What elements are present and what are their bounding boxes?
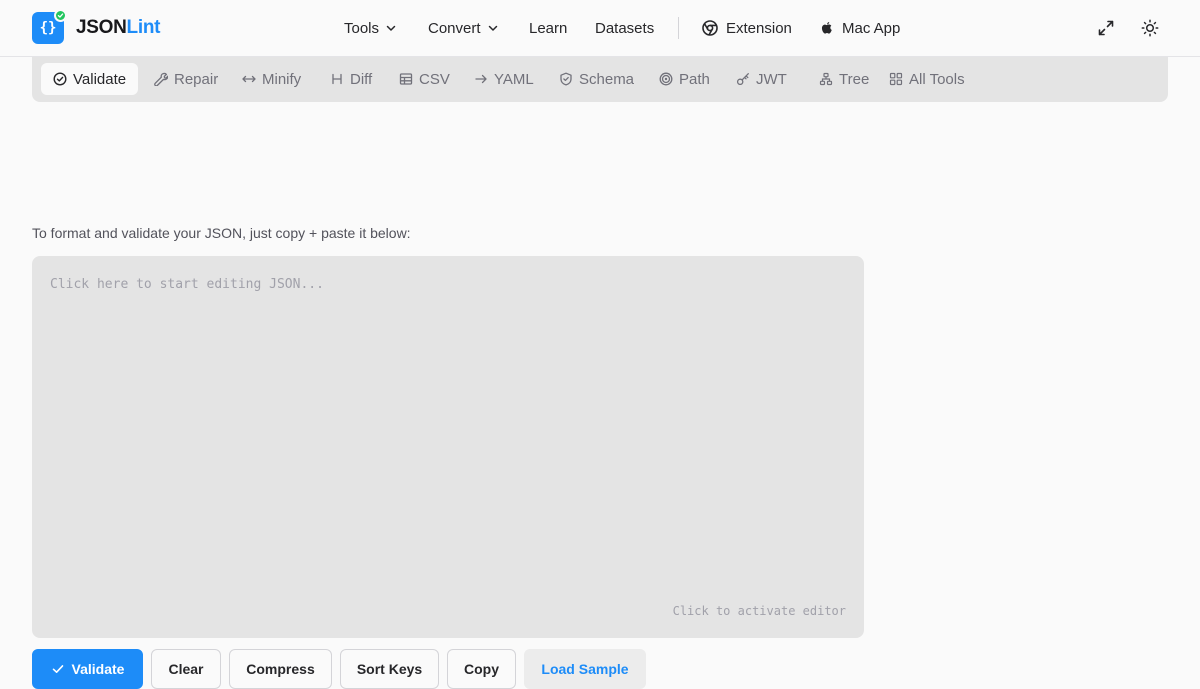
check-circle-icon — [53, 72, 67, 86]
tab-yaml[interactable]: YAML — [462, 63, 546, 95]
brand-part-json: JSON — [76, 17, 127, 38]
tab-csv[interactable]: CSV — [387, 63, 462, 95]
theme-toggle-button[interactable] — [1138, 16, 1162, 40]
tab-minify[interactable]: Minify — [230, 63, 313, 95]
tree-icon — [819, 72, 833, 86]
brand-part-lint: Lint — [126, 17, 161, 38]
jsonlint-logo[interactable]: {} — [32, 9, 67, 44]
key-icon — [736, 73, 749, 86]
nav-extension-label: Extension — [726, 19, 792, 37]
tab-path-label: Path — [679, 70, 710, 88]
nav-datasets-label: Datasets — [595, 19, 655, 37]
tab-all-tools-label: All Tools — [909, 70, 965, 88]
sun-icon — [1141, 19, 1159, 37]
apple-icon — [821, 21, 832, 34]
tab-yaml-label: YAML — [494, 70, 534, 88]
chrome-icon — [702, 20, 718, 36]
chevron-down-icon — [488, 25, 497, 31]
nav-mac-app-label: Mac App — [842, 19, 901, 37]
tab-jwt[interactable]: JWT — [724, 63, 799, 95]
target-icon — [659, 72, 673, 86]
compress-button[interactable]: Compress — [229, 649, 332, 689]
arrows-horizontal-icon — [242, 75, 256, 83]
diff-icon — [332, 73, 342, 85]
tab-diff-label: Diff — [350, 70, 373, 88]
tab-validate-label: Validate — [73, 70, 127, 88]
nav-convert[interactable]: Convert — [428, 0, 499, 56]
logo-braces: {} — [39, 20, 57, 36]
intro-text: To format and validate your JSON, just c… — [32, 225, 411, 241]
validate-button[interactable]: Validate — [32, 649, 143, 689]
tab-all-tools[interactable]: All Tools — [877, 63, 977, 95]
editor-placeholder: Click here to start editing JSON... — [50, 277, 324, 292]
nav-datasets[interactable]: Datasets — [595, 0, 654, 56]
tab-minify-label: Minify — [262, 70, 302, 88]
tab-diff[interactable]: Diff — [318, 63, 384, 95]
wrench-icon — [154, 72, 168, 86]
tab-csv-label: CSV — [419, 70, 450, 88]
brand-name[interactable]: JSONLint — [76, 17, 160, 39]
tab-repair[interactable]: Repair — [142, 63, 230, 95]
tab-tree[interactable]: Tree — [807, 63, 881, 95]
shield-check-icon — [560, 72, 572, 86]
top-header: {} JSONLint Tools Convert Learn Datasets — [0, 0, 1200, 57]
tab-validate[interactable]: Validate — [41, 63, 139, 95]
nav-learn[interactable]: Learn — [529, 0, 567, 56]
tab-path[interactable]: Path — [647, 63, 722, 95]
nav-extension[interactable]: Extension — [702, 0, 792, 56]
load-sample-button[interactable]: Load Sample — [524, 649, 646, 689]
nav-mac-app[interactable]: Mac App — [820, 0, 900, 56]
tab-tree-label: Tree — [839, 70, 870, 88]
tab-schema[interactable]: Schema — [547, 63, 646, 95]
chevron-down-icon — [386, 25, 396, 31]
expand-icon — [1098, 20, 1114, 36]
nav-tools[interactable]: Tools — [344, 0, 397, 56]
tab-repair-label: Repair — [174, 70, 219, 88]
json-editor[interactable]: Click here to start editing JSON... Clic… — [32, 256, 864, 638]
check-icon — [52, 665, 63, 673]
nav-convert-label: Convert — [428, 19, 481, 37]
sort-keys-button[interactable]: Sort Keys — [340, 649, 439, 689]
nav-divider — [678, 17, 679, 39]
nav-learn-label: Learn — [529, 19, 568, 37]
editor-hint: Click to activate editor — [672, 604, 846, 618]
fullscreen-button[interactable] — [1094, 16, 1118, 40]
table-icon — [399, 73, 413, 85]
copy-button[interactable]: Copy — [447, 649, 516, 689]
clear-button[interactable]: Clear — [151, 649, 221, 689]
grid-icon — [889, 72, 903, 86]
tool-tabs: Validate Repair Minify Diff CSV YAML Sch… — [32, 57, 1168, 102]
arrow-right-icon — [475, 74, 487, 84]
tab-schema-label: Schema — [579, 70, 635, 88]
tab-jwt-label: JWT — [756, 70, 787, 88]
logo-check-icon — [54, 9, 67, 22]
nav-tools-label: Tools — [344, 19, 380, 37]
